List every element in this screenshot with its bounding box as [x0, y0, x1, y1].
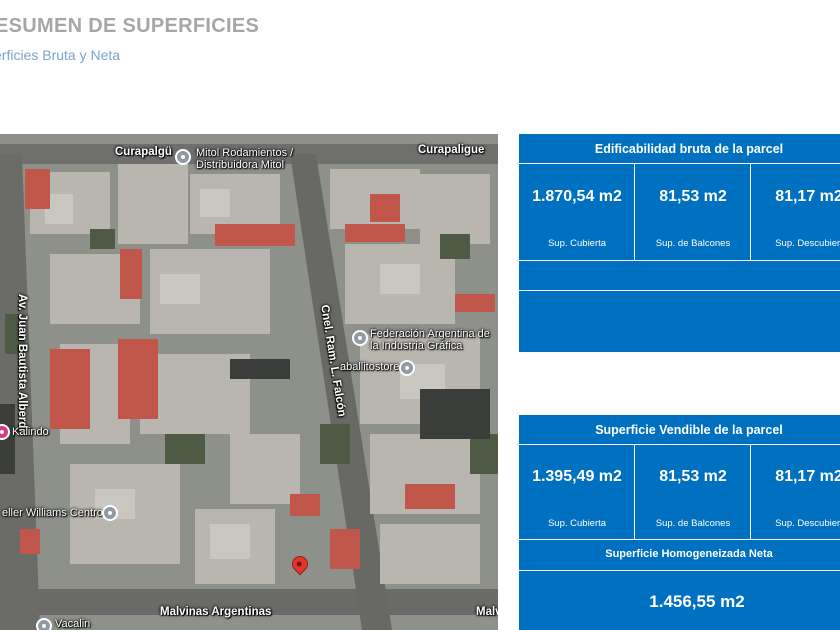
cell-value: 1.395,49 m2: [532, 468, 622, 485]
poi-label-keller-williams[interactable]: eller Williams Centro: [2, 507, 103, 519]
street-label-alberdi: Av. Juan Bautista Alberdi: [16, 294, 28, 432]
poi-label-federacion[interactable]: Federación Argentina de la Industria Grá…: [370, 328, 490, 352]
cell-value: 81,53 m2: [659, 468, 727, 485]
poi-label-kalindo[interactable]: Kalindo: [12, 426, 49, 438]
place-dot-icon[interactable]: [399, 360, 415, 376]
street-label-malvinas: Malvinas Argentinas: [160, 606, 272, 618]
divider: [519, 290, 840, 291]
page-title: ESUMEN DE SUPERFICIES: [0, 15, 260, 37]
panel-title: Superficie Vendible de la parcel: [519, 415, 840, 445]
place-dot-icon[interactable]: [102, 505, 118, 521]
homogenized-value: 1.456,55 m2: [649, 592, 745, 611]
sup-cubierta-cell: 1.395,49 m2 Sup. Cubierta: [519, 445, 635, 539]
poi-label-vacalin[interactable]: Vacalin: [55, 618, 90, 630]
cell-value: 81,53 m2: [659, 188, 727, 205]
map-imagery: [0, 134, 498, 630]
panel-title: Edificabilidad bruta de la parcel: [519, 134, 840, 164]
sup-cubierta-cell: 1.870,54 m2 Sup. Cubierta: [519, 164, 635, 260]
cell-value: 1.870,54 m2: [532, 188, 622, 205]
divider: [519, 539, 840, 540]
satellite-map[interactable]: Curapalgü Curapaligue Av. Juan Bautista …: [0, 134, 498, 630]
poi-label-caballitostore[interactable]: aballitostore: [340, 361, 399, 373]
cell-label: Sup. Cubierta: [547, 518, 607, 529]
street-label-malvinas-right: Malv: [476, 606, 498, 618]
divider: [519, 570, 840, 571]
cell-label: Sup. de Balcones: [655, 238, 731, 249]
place-dot-icon[interactable]: [36, 618, 52, 630]
street-label-curapaligue-left: Curapalgü: [115, 146, 172, 158]
sup-balcones-cell: 81,53 m2 Sup. de Balcones: [635, 445, 751, 539]
sup-balcones-cell: 81,53 m2 Sup. de Balcones: [635, 164, 751, 260]
cell-label: Sup. Descubiert: [775, 238, 840, 249]
sup-descubierta-cell: 81,17 m2 Sup. Descubiert: [751, 164, 840, 260]
homogenized-label: Superficie Homogeneizada Neta: [605, 548, 773, 560]
poi-label-mitol[interactable]: Mitol Rodamientos / Distribuidora Mitol: [196, 147, 306, 171]
place-dot-icon[interactable]: [352, 330, 368, 346]
cell-label: Sup. Cubierta: [547, 238, 607, 249]
cell-value: 81,17 m2: [775, 468, 840, 485]
cell-value: 81,17 m2: [775, 188, 840, 205]
cell-label: Sup. de Balcones: [655, 518, 731, 529]
sup-descubierta-cell: 81,17 m2 Sup. Descubiert: [751, 445, 840, 539]
cell-label: Sup. Descubiert: [775, 518, 840, 529]
place-dot-icon[interactable]: [175, 149, 191, 165]
page-subtitle: erficies Bruta y Neta: [0, 47, 121, 63]
street-label-curapaligue-right: Curapaligue: [418, 144, 485, 156]
divider: [519, 260, 840, 261]
edificabilidad-bruta-panel: Edificabilidad bruta de la parcel 1.870,…: [519, 134, 840, 352]
superficie-vendible-panel: Superficie Vendible de la parcel 1.395,4…: [519, 415, 840, 630]
